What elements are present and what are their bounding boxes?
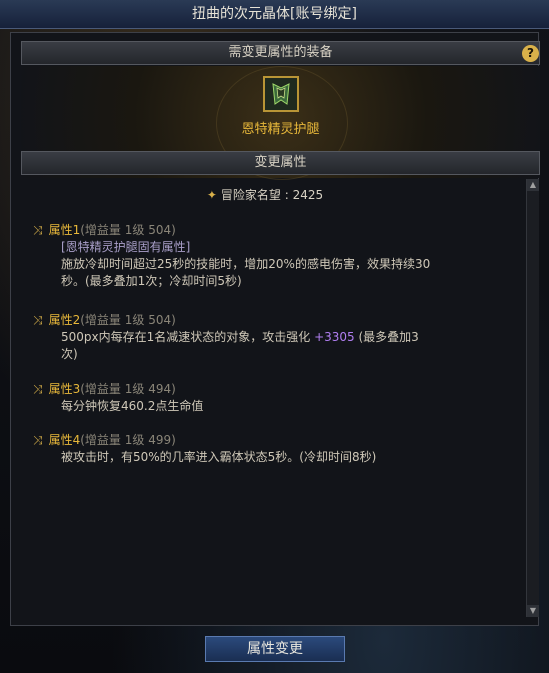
shuffle-icon: ⤨ [33, 433, 43, 447]
attribute-2-header: ⤨ 属性2(增益量 1级 504) [33, 312, 503, 329]
reputation-value: : 2425 [284, 188, 324, 202]
reputation-icon: ✦ [206, 188, 217, 202]
attribute-4-header: ⤨ 属性4(增益量 1级 499) [33, 432, 503, 449]
equipment-name: 恩特精灵护腿 [241, 122, 320, 137]
attribute-list[interactable]: ✦ 冒险家名望 : 2425 ⤨ 属性1(增益量 1级 504) [恩特精灵护腿固有… [11, 178, 519, 638]
equipment-slot[interactable] [263, 76, 299, 112]
change-attribute-button[interactable]: 属性变更 [205, 636, 345, 662]
attribute-gain: (增益量 1级 494) [80, 382, 176, 396]
attribute-4-body: 被攻击时，有50%的几率进入霸体状态5秒。(冷却时间8秒) [33, 449, 503, 466]
shuffle-icon: ⤨ [33, 313, 43, 327]
attribute-scrollbar[interactable]: ▲ ▼ [526, 179, 539, 617]
attr-section-header: 变更属性 [21, 151, 540, 175]
adventurer-reputation: ✦ 冒险家名望 : 2425 [11, 186, 519, 203]
attribute-2: ⤨ 属性2(增益量 1级 504) 500px内每存在1名减速状态的对象，攻击强化… [33, 312, 503, 363]
window-title: 扭曲的次元晶体[账号绑定] [0, 0, 549, 29]
attribute-gain: (增益量 1级 499) [80, 433, 176, 447]
attribute-line: 被攻击时，有50%的几率进入霸体状态5秒。(冷却时间8秒) [61, 450, 377, 464]
attack-bonus-value: +3305 [314, 330, 355, 344]
help-icon[interactable]: ? [522, 45, 539, 62]
attribute-1-header: ⤨ 属性1(增益量 1级 504) [33, 222, 503, 239]
attribute-line: 秒。(最多叠加1次；冷却时间5秒) [61, 274, 242, 288]
main-panel: 需变更属性的装备 ? 恩特精灵护腿 变更属性 ✦ 冒险家名望 : 2425 ⤨ 属性… [10, 32, 540, 626]
attribute-1: ⤨ 属性1(增益量 1级 504) [恩特精灵护腿固有属性] 施放冷却时间超过25… [33, 222, 503, 290]
attr-section-title: 变更属性 [254, 155, 307, 170]
attribute-line: 施放冷却时间超过25秒的技能时，增加20%的感电伤害，效果持续30 [61, 257, 431, 271]
attribute-line: 每分钟恢复460.2点生命值 [61, 399, 204, 413]
reputation-label: 冒险家名望 [220, 188, 281, 202]
attribute-3: ⤨ 属性3(增益量 1级 494) 每分钟恢复460.2点生命值 [33, 381, 503, 415]
attribute-line: 500px内每存在1名减速状态的对象，攻击强化 +3305 (最多叠加3 [61, 329, 503, 346]
equip-section-title: 需变更属性的装备 [228, 45, 333, 60]
scroll-down-icon[interactable]: ▼ [527, 605, 539, 617]
attribute-gain: (增益量 1级 504) [80, 313, 176, 327]
attribute-line: [恩特精灵护腿固有属性] [61, 240, 191, 254]
attribute-line: 次) [61, 347, 78, 361]
attribute-2-body: 500px内每存在1名减速状态的对象，攻击强化 +3305 (最多叠加3 次) [33, 329, 503, 363]
attribute-title: 属性4 [48, 433, 81, 447]
shuffle-icon: ⤨ [33, 382, 43, 396]
equip-section-header: 需变更属性的装备 ? [21, 41, 540, 65]
attribute-1-body: [恩特精灵护腿固有属性] 施放冷却时间超过25秒的技能时，增加20%的感电伤害，… [33, 239, 503, 290]
leg-armor-icon [265, 78, 297, 110]
attribute-gain: (增益量 1级 504) [80, 223, 176, 237]
attribute-title: 属性1 [48, 223, 81, 237]
attribute-title: 属性3 [48, 382, 81, 396]
attribute-text: 500px内每存在1名减速状态的对象，攻击强化 [61, 330, 315, 344]
attribute-4: ⤨ 属性4(增益量 1级 499) 被攻击时，有50%的几率进入霸体状态5秒。(冷… [33, 432, 503, 466]
shuffle-icon: ⤨ [33, 223, 43, 237]
attribute-3-body: 每分钟恢复460.2点生命值 [33, 398, 503, 415]
attribute-text: (最多叠加3 [354, 330, 419, 344]
scroll-up-icon[interactable]: ▲ [527, 179, 539, 191]
attribute-3-header: ⤨ 属性3(增益量 1级 494) [33, 381, 503, 398]
attribute-title: 属性2 [48, 313, 81, 327]
